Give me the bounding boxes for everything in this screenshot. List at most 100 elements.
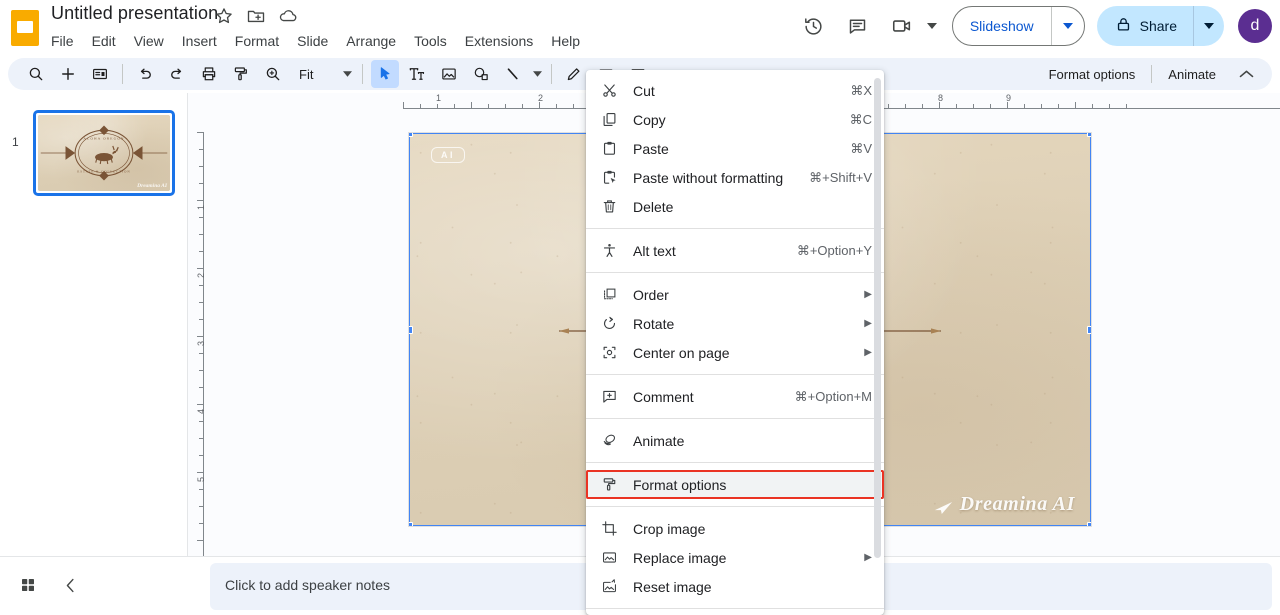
chevron-up-icon[interactable] xyxy=(1232,60,1260,88)
context-menu-item-format-options[interactable]: Format options xyxy=(586,470,884,499)
share-dropdown-icon[interactable] xyxy=(1194,6,1224,46)
title-action-icons xyxy=(214,6,298,26)
layout-icon[interactable] xyxy=(86,60,114,88)
menu-view[interactable]: View xyxy=(125,28,173,54)
shape-icon[interactable] xyxy=(467,60,495,88)
format-options-button[interactable]: Format options xyxy=(1039,62,1146,87)
comment-icon[interactable] xyxy=(838,6,878,46)
paper-plane-icon xyxy=(934,498,953,514)
menu-insert[interactable]: Insert xyxy=(173,28,226,54)
submenu-arrow-icon: ▶ xyxy=(864,318,872,329)
resize-handle-middle-right[interactable] xyxy=(1087,326,1091,334)
resize-handle-top-right[interactable] xyxy=(1087,133,1091,137)
resize-handle-bottom-right[interactable] xyxy=(1087,522,1091,526)
context-menu-item-rotate[interactable]: Rotate ▶ xyxy=(586,309,884,338)
context-menu-scrollbar[interactable] xyxy=(874,78,881,558)
title-bar: Untitled presentation File Edit View Ins… xyxy=(0,0,1280,56)
slideshow-dropdown-icon[interactable] xyxy=(1052,7,1084,45)
menu-help[interactable]: Help xyxy=(542,28,589,54)
version-history-icon[interactable] xyxy=(794,6,834,46)
pen-icon[interactable] xyxy=(560,60,588,88)
context-menu-divider xyxy=(586,272,884,273)
zoom-icon[interactable] xyxy=(259,60,287,88)
star-icon[interactable] xyxy=(214,6,234,26)
vruler-label-1: 1 xyxy=(196,204,206,210)
undo-icon[interactable] xyxy=(131,60,159,88)
context-menu-label: Delete xyxy=(633,198,674,215)
slide-number: 1 xyxy=(12,135,19,149)
clipboard-icon xyxy=(600,140,618,158)
context-menu-item-paste-without-formatting[interactable]: Paste without formatting ⌘+Shift+V xyxy=(586,163,884,192)
toolbar-divider-2 xyxy=(362,64,364,84)
context-menu-item-center-on-page[interactable]: Center on page ▶ xyxy=(586,338,884,367)
add-slide-icon[interactable] xyxy=(54,60,82,88)
line-icon[interactable] xyxy=(499,60,527,88)
grid-view-icon[interactable] xyxy=(14,571,42,599)
print-icon[interactable] xyxy=(195,60,223,88)
context-menu-label: Alt text xyxy=(633,242,676,259)
context-menu-divider xyxy=(586,462,884,463)
slide-thumbnail[interactable]: ALOHA OREGON ESTATE & COLLECTION Dreamin… xyxy=(33,110,175,196)
context-menu-label: Format options xyxy=(633,476,727,493)
svg-text:ALOHA OREGON: ALOHA OREGON xyxy=(83,136,124,140)
menu-file[interactable]: File xyxy=(42,28,83,54)
context-menu-shortcut: ⌘V xyxy=(850,140,872,156)
slide-thumbnail-image: ALOHA OREGON ESTATE & COLLECTION Dreamin… xyxy=(38,115,170,191)
cloud-saved-icon[interactable] xyxy=(278,6,298,26)
avatar[interactable]: d xyxy=(1238,9,1272,43)
animate-button[interactable]: Animate xyxy=(1158,62,1226,87)
menu-edit[interactable]: Edit xyxy=(83,28,125,54)
replace-image-icon xyxy=(600,549,618,567)
select-cursor-icon[interactable] xyxy=(371,60,400,88)
resize-handle-bottom-left[interactable] xyxy=(409,522,413,526)
vruler-label-4: 4 xyxy=(196,408,206,414)
context-menu-label: Paste xyxy=(633,140,669,157)
google-slides-window: Untitled presentation File Edit View Ins… xyxy=(0,0,1280,615)
reset-image-icon xyxy=(600,578,618,596)
context-menu-shortcut: ⌘+Option+Y xyxy=(796,242,872,258)
menu-slide[interactable]: Slide xyxy=(288,28,337,54)
context-menu-label: Copy xyxy=(633,111,666,128)
context-menu-item-comment[interactable]: Comment ⌘+Option+M xyxy=(586,382,884,411)
vruler-label-3: 3 xyxy=(196,340,206,346)
context-menu-item-order[interactable]: Order ▶ xyxy=(586,280,884,309)
copy-icon xyxy=(600,111,618,129)
menu-format[interactable]: Format xyxy=(226,28,288,54)
context-menu-item-animate[interactable]: Animate xyxy=(586,426,884,455)
context-menu-item-copy[interactable]: Copy ⌘C xyxy=(586,105,884,134)
insert-image-icon[interactable] xyxy=(435,60,463,88)
context-menu-label: Paste without formatting xyxy=(633,169,784,186)
speaker-notes-placeholder: Click to add speaker notes xyxy=(225,577,390,593)
slideshow-button-group: Slideshow xyxy=(951,6,1085,46)
document-title[interactable]: Untitled presentation xyxy=(51,3,218,24)
move-to-folder-icon[interactable] xyxy=(246,6,266,26)
ruler-label-1: 1 xyxy=(436,93,442,103)
menu-arrange[interactable]: Arrange xyxy=(337,28,405,54)
zoom-level-select[interactable]: Fit xyxy=(289,60,356,88)
search-icon[interactable] xyxy=(22,60,50,88)
paint-format-icon[interactable] xyxy=(227,60,255,88)
context-menu-item-replace-image[interactable]: Replace image ▶ xyxy=(586,543,884,572)
filmstrip-slide-1[interactable]: 1 ALOHA OREGON ESTATE & COLLECTION Dream… xyxy=(0,110,188,196)
resize-handle-middle-left[interactable] xyxy=(409,326,413,334)
chevron-left-icon[interactable] xyxy=(56,571,84,599)
share-button[interactable]: Share xyxy=(1097,6,1193,46)
menu-extensions[interactable]: Extensions xyxy=(456,28,542,54)
meet-dropdown-icon[interactable] xyxy=(922,8,942,44)
video-camera-icon[interactable] xyxy=(882,6,922,46)
redo-icon[interactable] xyxy=(163,60,191,88)
resize-handle-top-left[interactable] xyxy=(409,133,413,137)
context-menu-item-cut[interactable]: Cut ⌘X xyxy=(586,76,884,105)
vertical-ruler[interactable]: 1 2 3 4 5 xyxy=(188,114,209,556)
meet-group xyxy=(882,6,942,46)
context-menu-item-delete[interactable]: Delete xyxy=(586,192,884,221)
dreamina-watermark: Dreamina AI xyxy=(934,493,1075,516)
context-menu-item-alt-text[interactable]: Alt text ⌘+Option+Y xyxy=(586,236,884,265)
line-dropdown-icon[interactable] xyxy=(529,60,545,88)
text-box-icon[interactable] xyxy=(403,60,431,88)
menu-tools[interactable]: Tools xyxy=(405,28,456,54)
slideshow-button[interactable]: Slideshow xyxy=(953,7,1051,45)
context-menu-item-paste[interactable]: Paste ⌘V xyxy=(586,134,884,163)
context-menu-item-crop-image[interactable]: Crop image xyxy=(586,514,884,543)
context-menu-item-reset-image[interactable]: Reset image xyxy=(586,572,884,601)
